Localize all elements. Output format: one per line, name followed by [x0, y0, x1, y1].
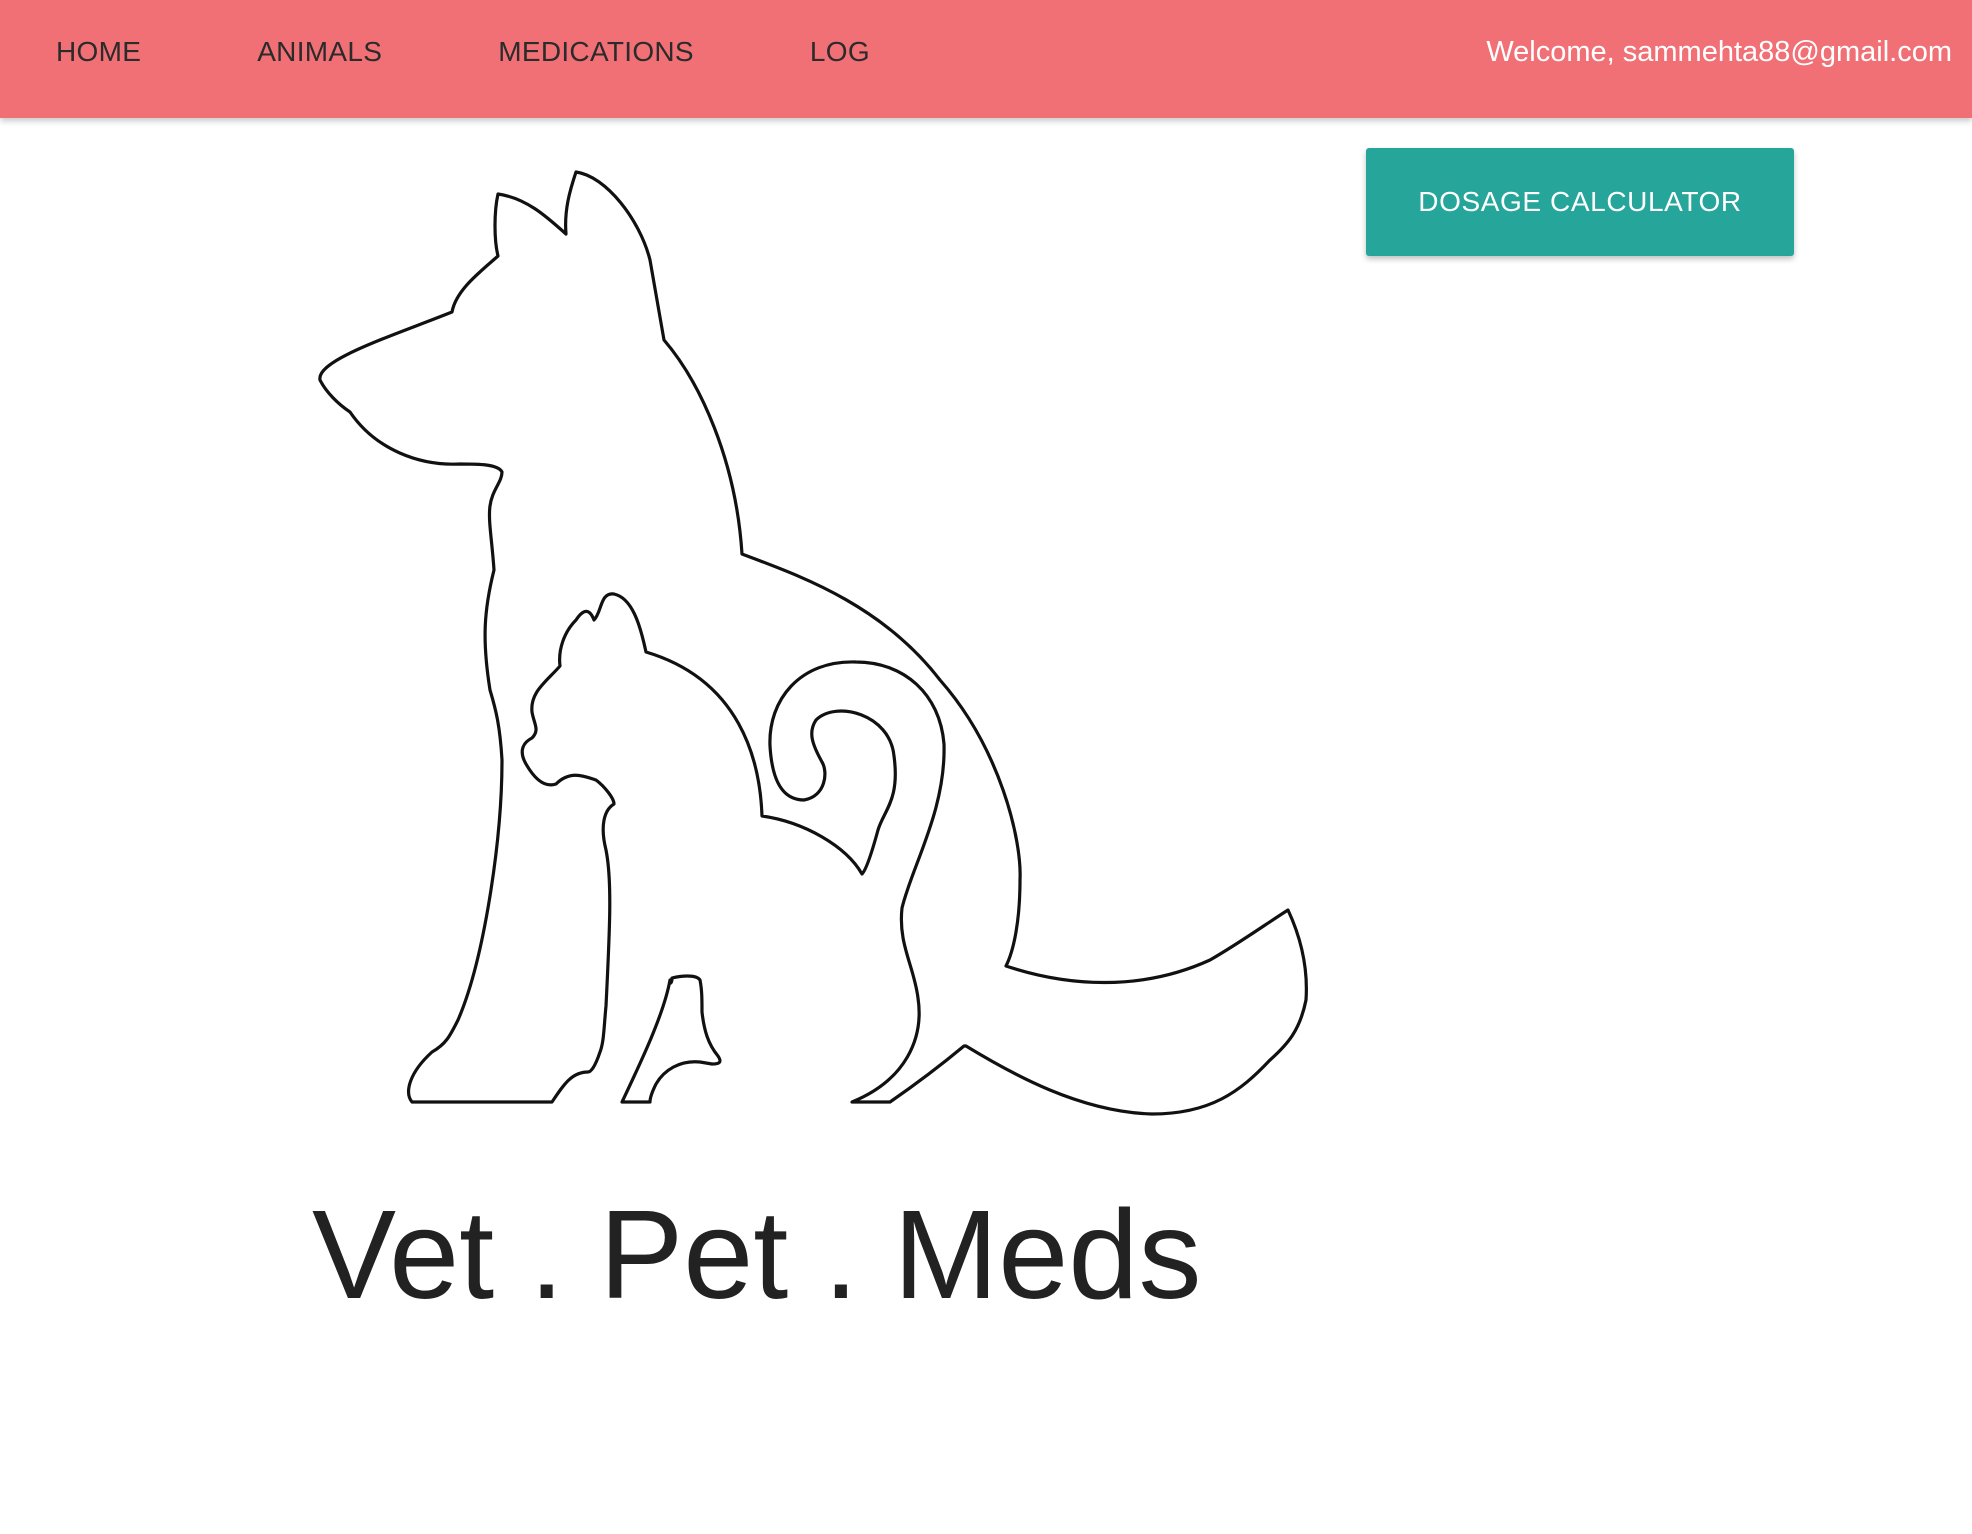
cat-leg-outline: [620, 974, 722, 1104]
brand-title: Vet . Pet . Meds: [312, 1184, 1202, 1325]
dosage-calculator-button[interactable]: DOSAGE CALCULATOR: [1366, 148, 1794, 256]
nav-log-link[interactable]: LOG: [810, 0, 870, 104]
nav-home-link[interactable]: HOME: [56, 0, 141, 104]
dog-outline: [318, 170, 1308, 1116]
dog-and-cat-outline-icon: [318, 170, 1308, 1116]
nav-links: HOME ANIMALS MEDICATIONS LOG: [0, 0, 870, 104]
nav-medications-link[interactable]: MEDICATIONS: [498, 0, 694, 104]
nav-animals-link[interactable]: ANIMALS: [257, 0, 382, 104]
top-navbar: HOME ANIMALS MEDICATIONS LOG Welcome, sa…: [0, 0, 1972, 118]
welcome-user-text: Welcome, sammehta88@gmail.com: [1486, 36, 1952, 68]
